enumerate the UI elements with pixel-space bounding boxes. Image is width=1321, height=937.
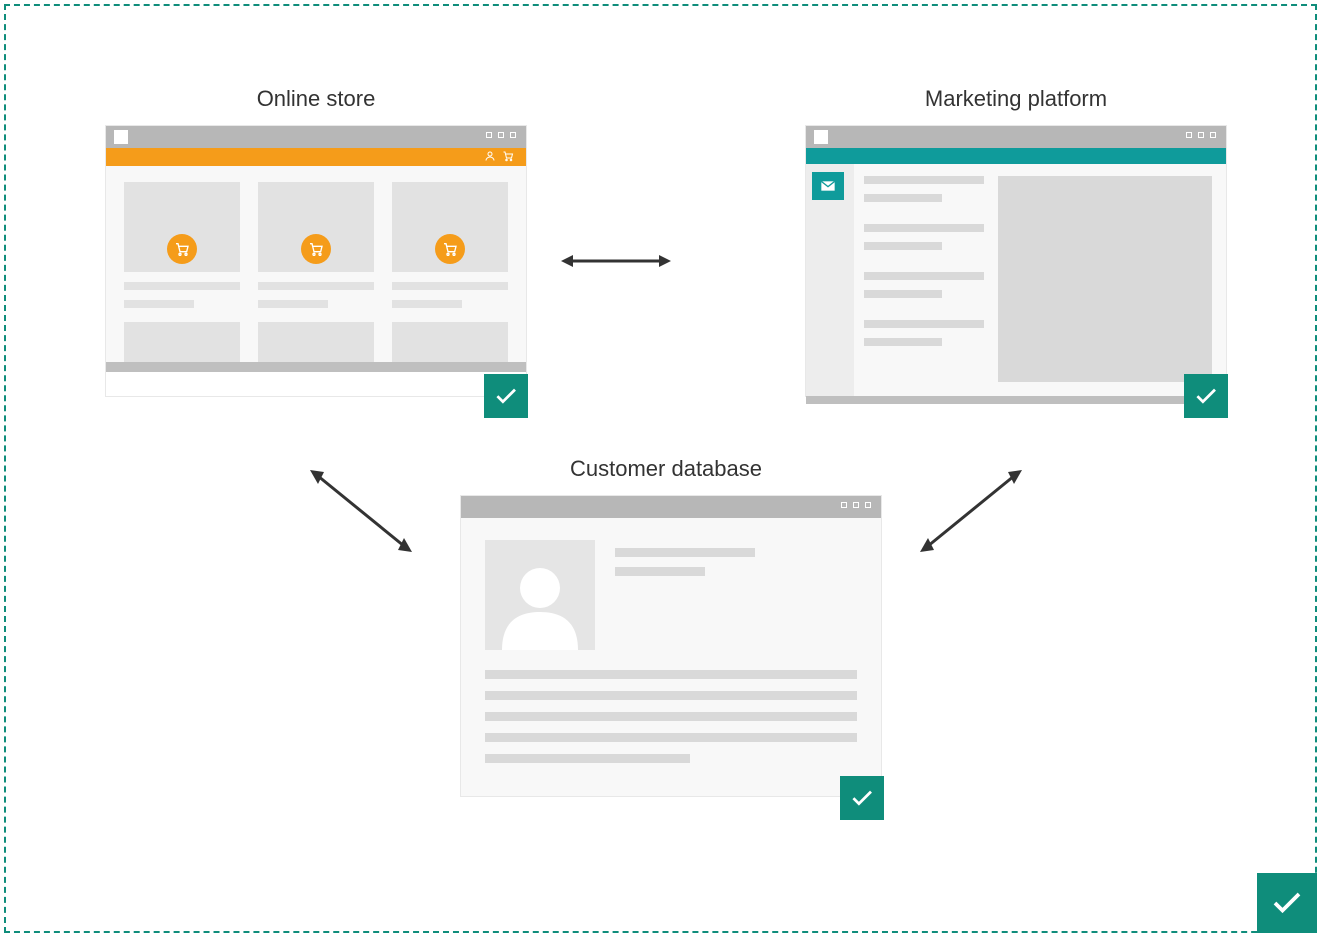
product-thumb xyxy=(392,182,508,272)
marketing-toolbar xyxy=(806,148,1226,164)
label-marketing-platform: Marketing platform xyxy=(806,86,1226,112)
marketing-preview xyxy=(998,176,1212,382)
text-line xyxy=(485,670,857,679)
text-line xyxy=(485,691,857,700)
product-card xyxy=(258,182,374,308)
window-titlebar xyxy=(461,496,881,518)
window-footer xyxy=(806,396,1226,404)
store-body xyxy=(106,166,526,362)
user-icon xyxy=(484,150,496,165)
store-toolbar xyxy=(106,148,526,166)
text-line xyxy=(258,282,374,290)
mail-icon xyxy=(812,172,844,200)
product-thumb xyxy=(392,322,508,362)
product-card xyxy=(124,182,240,308)
customer-database-window xyxy=(461,496,881,796)
customer-name-block xyxy=(615,540,755,650)
text-line xyxy=(485,712,857,721)
text-line xyxy=(864,194,942,202)
text-line xyxy=(615,567,705,576)
text-line xyxy=(124,300,194,308)
window-control-icon xyxy=(814,130,828,144)
product-thumb xyxy=(258,182,374,272)
product-thumb xyxy=(124,322,240,362)
window-control-icon xyxy=(114,130,128,144)
diagram-canvas: Online store Marketing platform Customer… xyxy=(4,4,1317,933)
label-customer-database: Customer database xyxy=(456,456,876,482)
window-titlebar xyxy=(806,126,1226,148)
add-to-cart-icon xyxy=(301,234,331,264)
product-card xyxy=(392,182,508,308)
bidirectional-arrow-icon xyxy=(306,466,416,556)
text-line xyxy=(124,282,240,290)
text-line xyxy=(258,300,328,308)
cart-icon xyxy=(502,150,514,165)
check-icon xyxy=(484,374,528,418)
text-line xyxy=(864,224,984,232)
text-line xyxy=(864,338,942,346)
text-line xyxy=(864,242,942,250)
window-dots-icon xyxy=(841,502,871,508)
customer-details xyxy=(485,670,857,763)
window-footer xyxy=(106,362,526,372)
product-thumb xyxy=(124,182,240,272)
check-icon xyxy=(1184,374,1228,418)
avatar-icon xyxy=(485,540,595,650)
label-online-store: Online store xyxy=(106,86,526,112)
window-dots-icon xyxy=(1186,132,1216,138)
marketing-platform-window xyxy=(806,126,1226,396)
text-line xyxy=(864,290,942,298)
text-line xyxy=(392,282,508,290)
text-line xyxy=(485,733,857,742)
window-dots-icon xyxy=(486,132,516,138)
text-line xyxy=(485,754,690,763)
marketing-sidebar xyxy=(806,164,854,396)
add-to-cart-icon xyxy=(435,234,465,264)
check-icon xyxy=(840,776,884,820)
marketing-list xyxy=(854,164,994,396)
text-line xyxy=(864,176,984,184)
check-icon xyxy=(1257,873,1317,933)
bidirectional-arrow-icon xyxy=(916,466,1026,556)
product-thumb xyxy=(258,322,374,362)
text-line xyxy=(864,272,984,280)
window-titlebar xyxy=(106,126,526,148)
text-line xyxy=(615,548,755,557)
bidirectional-arrow-icon xyxy=(561,246,671,276)
text-line xyxy=(392,300,462,308)
online-store-window xyxy=(106,126,526,396)
add-to-cart-icon xyxy=(167,234,197,264)
text-line xyxy=(864,320,984,328)
